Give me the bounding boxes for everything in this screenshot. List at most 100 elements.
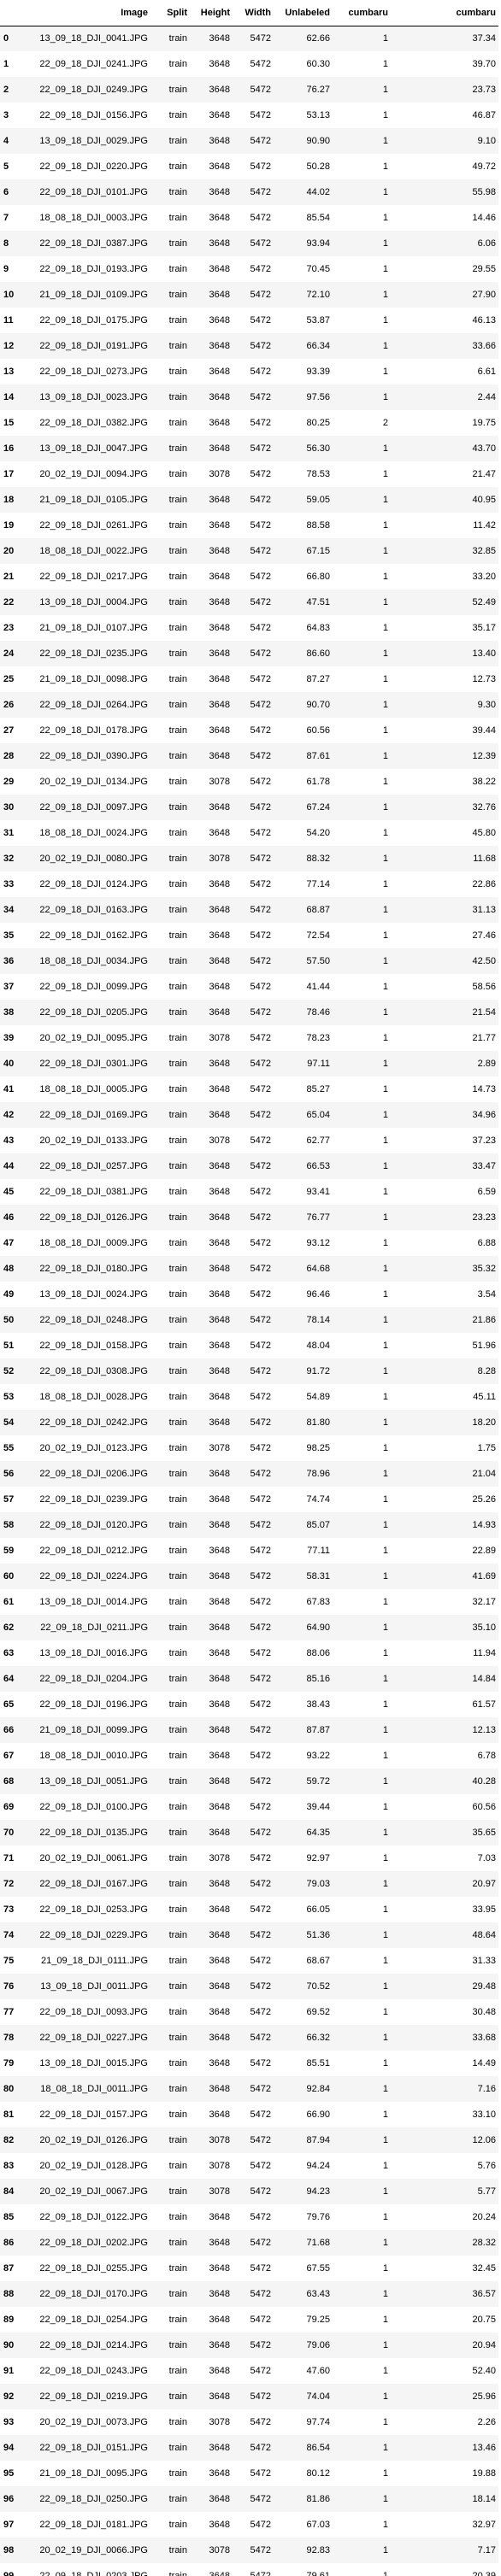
table-row: 59 22_09_18_DJI_0212.JPG train 3648 5472 77.1… [0, 1538, 498, 1564]
image-cell: 22_09_18_DJI_0219.JPG [39, 2391, 148, 2402]
image-cell: 22_09_18_DJI_0178.JPG [39, 725, 148, 736]
width-cell: 5472 [250, 1264, 271, 1274]
cumbaru-count-cell: 1 [382, 1443, 388, 1453]
height-cell: 3648 [209, 1930, 230, 1940]
width-cell: 5472 [250, 1135, 271, 1146]
image-cell: 20_02_19_DJI_0128.JPG [39, 2161, 148, 2171]
width-cell: 5472 [250, 2084, 271, 2094]
height-cell: 3648 [209, 1212, 230, 1223]
cumbaru-percent-cell: 40.95 [472, 495, 496, 505]
table-row: 36 18_08_18_DJI_0034.JPG train 3648 5472 57.5… [0, 948, 498, 974]
height-cell: 3648 [209, 1110, 230, 1120]
width-cell: 5472 [250, 2545, 271, 2555]
height-cell: 3648 [209, 2263, 230, 2274]
cumbaru-count-cell: 1 [382, 1699, 388, 1710]
width-cell: 5472 [250, 136, 271, 146]
cumbaru-count-cell: 1 [382, 2366, 388, 2376]
unlabeled-cell: 62.77 [306, 1135, 330, 1146]
table-row: 16 13_09_18_DJI_0047.JPG train 3648 5472 56.3… [0, 436, 498, 461]
cumbaru-percent-cell: 33.68 [472, 2033, 496, 2043]
cumbaru-count-cell: 1 [382, 1828, 388, 1838]
row-index: 45 [3, 1187, 15, 1197]
height-cell: 3648 [209, 1981, 230, 1992]
split-cell: train [168, 238, 187, 249]
image-cell: 22_09_18_DJI_0235.JPG [39, 648, 148, 659]
cumbaru-count-cell: 1 [382, 2007, 388, 2017]
height-cell: 3648 [209, 2084, 230, 2094]
cumbaru-percent-cell: 48.64 [472, 1930, 496, 1940]
image-cell: 22_09_18_DJI_0169.JPG [39, 1110, 148, 1120]
cumbaru-count-cell: 1 [382, 392, 388, 402]
cumbaru-count-cell: 1 [382, 1469, 388, 1479]
cumbaru-count-cell: 1 [382, 982, 388, 992]
image-cell: 22_09_18_DJI_0163.JPG [39, 905, 148, 915]
unlabeled-cell: 63.43 [306, 2289, 330, 2299]
table-row: 65 22_09_18_DJI_0196.JPG train 3648 5472 38.4… [0, 1692, 498, 1717]
cumbaru-count-cell: 1 [382, 2340, 388, 2350]
width-cell: 5472 [250, 520, 271, 531]
row-index: 88 [3, 2289, 15, 2299]
height-cell: 3648 [209, 1622, 230, 1633]
cumbaru-count-cell: 1 [382, 1879, 388, 1889]
width-cell: 5472 [250, 2289, 271, 2299]
height-cell: 3648 [209, 290, 230, 300]
cumbaru-percent-cell: 35.32 [472, 1264, 496, 1274]
table-row: 33 22_09_18_DJI_0124.JPG train 3648 5472 77.1… [0, 871, 498, 897]
image-cell: 22_09_18_DJI_0249.JPG [39, 85, 148, 95]
cumbaru-count-cell: 1 [382, 751, 388, 761]
split-cell: train [168, 1392, 187, 1402]
split-cell: train [168, 2443, 187, 2453]
cumbaru-percent-cell: 45.11 [473, 1392, 496, 1402]
unlabeled-cell: 87.87 [306, 1725, 330, 1735]
width-cell: 5472 [250, 1828, 271, 1838]
split-cell: train [168, 2545, 187, 2555]
unlabeled-cell: 68.87 [306, 905, 330, 915]
cumbaru-percent-cell: 21.47 [472, 469, 496, 479]
height-cell: 3648 [209, 1264, 230, 1274]
row-index: 82 [3, 2135, 15, 2145]
row-index: 83 [3, 2161, 15, 2171]
split-cell: train [168, 2571, 187, 2576]
row-index: 23 [3, 623, 15, 633]
height-cell: 3648 [209, 1289, 230, 1300]
cumbaru-percent-cell: 33.95 [472, 1904, 496, 1915]
height-cell: 3648 [209, 1802, 230, 1812]
split-cell: train [168, 443, 187, 454]
split-cell: train [168, 1597, 187, 1607]
cumbaru-count-cell: 1 [382, 1033, 388, 1043]
height-cell: 3648 [209, 725, 230, 736]
width-cell: 5472 [250, 2417, 271, 2427]
image-cell: 22_09_18_DJI_0261.JPG [39, 520, 148, 531]
split-cell: train [168, 1546, 187, 1556]
unlabeled-cell: 85.16 [306, 1674, 330, 1684]
image-cell: 18_08_18_DJI_0034.JPG [39, 956, 148, 966]
unlabeled-cell: 59.72 [306, 1776, 330, 1787]
width-cell: 5472 [250, 2212, 271, 2222]
row-index: 1 [3, 59, 9, 69]
split-cell: train [168, 2033, 187, 2043]
unlabeled-cell: 97.56 [306, 392, 330, 402]
cumbaru-count-cell: 1 [382, 2289, 388, 2299]
image-cell: 22_09_18_DJI_0203.JPG [39, 2571, 148, 2576]
unlabeled-cell: 94.24 [306, 2161, 330, 2171]
row-index: 86 [3, 2238, 15, 2248]
cumbaru-percent-cell: 23.23 [472, 1212, 496, 1223]
cumbaru-percent-cell: 14.46 [472, 213, 496, 223]
image-cell: 22_09_18_DJI_0151.JPG [39, 2443, 148, 2453]
cumbaru-count-cell: 1 [382, 1494, 388, 1505]
split-cell: train [168, 572, 187, 582]
split-cell: train [168, 520, 187, 531]
cumbaru-count-cell: 1 [382, 1622, 388, 1633]
cumbaru-count-cell: 1 [382, 777, 388, 787]
cumbaru-percent-cell: 20.97 [472, 1879, 496, 1889]
split-cell: train [168, 1469, 187, 1479]
unlabeled-cell: 97.74 [306, 2417, 330, 2427]
unlabeled-cell: 87.27 [306, 674, 330, 684]
width-cell: 5472 [250, 546, 271, 556]
cumbaru-count-cell: 1 [382, 1264, 388, 1274]
height-cell: 3648 [209, 1494, 230, 1505]
image-cell: 22_09_18_DJI_0156.JPG [39, 110, 148, 120]
cumbaru-percent-cell: 7.03 [477, 1853, 496, 1863]
split-cell: train [168, 33, 187, 44]
height-cell: 3648 [209, 1699, 230, 1710]
